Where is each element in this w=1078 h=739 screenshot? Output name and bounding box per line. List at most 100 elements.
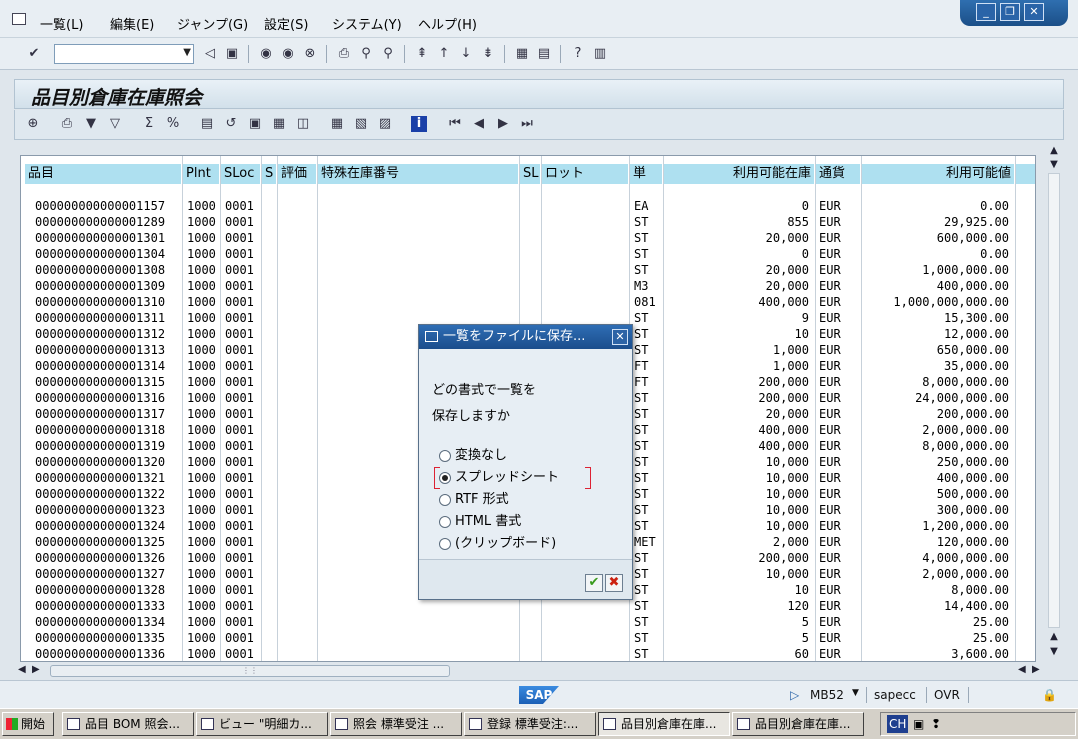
close-window-button[interactable]: ✕ [1024,3,1044,21]
scroll-right-icon[interactable]: ▶ [1032,664,1040,675]
sum-icon[interactable]: Σ [141,116,157,132]
restore-button[interactable]: ❐ [1000,3,1020,21]
menu-edit[interactable]: 編集(E) [110,14,154,33]
layout-select-icon[interactable]: ▣ [247,116,263,132]
menu-list[interactable]: 一覧(L) [40,14,83,33]
scroll-up-icon[interactable]: ▲ [1046,145,1062,156]
header-valuation[interactable]: 評価 [278,164,317,184]
first-page-icon[interactable]: ⇞ [414,46,430,62]
next-icon[interactable]: ▶ [495,116,511,132]
table-row[interactable]: 000000000000001334 1000 0001 ST 5 EUR 25.00 [21,614,1035,630]
radio-button-selected[interactable] [439,472,451,484]
exit-icon[interactable]: ◉ [280,46,296,62]
vertical-scrollbar[interactable]: ▲ ▼ ▲ ▼ [1044,143,1064,663]
minimize-button[interactable]: _ [976,3,996,21]
menu-help[interactable]: ヘルプ(H) [418,14,477,33]
header-sl[interactable]: SL [520,164,541,184]
scroll-track[interactable] [1048,173,1060,628]
dialog-title-bar[interactable]: 一覧をファイルに保存... ✕ [419,325,632,349]
grid-icon[interactable]: ▦ [329,116,345,132]
table-row[interactable]: 000000000000001304 1000 0001 ST 0 EUR 0.00 [21,246,1035,262]
header-sloc[interactable]: SLoc [221,164,261,184]
layout-save-icon[interactable]: ▦ [271,116,287,132]
prev-page-icon[interactable]: ↑ [436,46,452,62]
task-button[interactable]: 照会 標準受注 ... [330,712,462,736]
back-arrow-icon[interactable]: ◁ [202,46,218,62]
chevron-down-icon[interactable]: ▼ [183,47,191,58]
scroll-up-icon[interactable]: ▲ [1046,631,1062,642]
filter-icon[interactable]: ▼ [83,116,99,132]
enter-icon[interactable]: ✔ [26,46,42,62]
header-available-value[interactable]: 利用可能値 [862,164,1015,184]
radio-button[interactable] [439,516,451,528]
task-button[interactable]: ビュー "明細カ... [196,712,328,736]
scroll-down-icon[interactable]: ▼ [1046,646,1062,657]
task-button-active[interactable]: 品目別倉庫在庫... [598,712,730,736]
cancel-button[interactable]: ✖ [605,574,623,592]
scroll-down-icon[interactable]: ▼ [1046,159,1062,170]
status-toggle-icon[interactable]: ▷ [790,688,799,702]
delete-column-icon[interactable]: ▨ [377,116,393,132]
scroll-left-icon[interactable]: ◀ [1018,664,1026,675]
table-row[interactable]: 000000000000001335 1000 0001 ST 5 EUR 25.00 [21,630,1035,646]
menu-settings[interactable]: 設定(S) [264,14,308,33]
back-icon[interactable]: ◉ [258,46,274,62]
close-icon[interactable]: ✕ [612,329,628,345]
last-icon[interactable]: ⏭ [519,116,535,132]
radio-unconverted[interactable]: 変換なし [439,447,507,465]
first-icon[interactable]: ⏮ [447,116,463,132]
export-icon[interactable]: ▤ [199,116,215,132]
new-session-icon[interactable]: ▦ [514,46,530,62]
prev-icon[interactable]: ◀ [471,116,487,132]
scroll-left-icon[interactable]: ◀ [18,664,26,675]
ok-button[interactable]: ✔ [585,574,603,592]
horizontal-scrollbar[interactable]: ◀ ▶ ⋮⋮ ◀ ▶ [14,663,1064,679]
radio-html[interactable]: HTML 書式 [439,513,521,531]
radio-spreadsheet[interactable]: スプレッドシート [439,469,559,487]
help-icon[interactable]: ? [570,46,586,62]
ime-icon[interactable]: ▣ [913,713,924,735]
last-page-icon[interactable]: ⇟ [480,46,496,62]
task-button[interactable]: 品目 BOM 照会... [62,712,194,736]
language-indicator[interactable]: CH [887,715,909,733]
task-button[interactable]: 品目別倉庫在庫... [732,712,864,736]
table-row[interactable]: 000000000000001309 1000 0001 M3 20,000 EUR 400… [21,278,1035,294]
table-row[interactable]: 000000000000001333 1000 0001 ST 120 EUR 14,400… [21,598,1035,614]
radio-button[interactable] [439,450,451,462]
details-icon[interactable]: ⊕ [25,116,41,132]
header-s[interactable]: S [262,164,277,184]
header-available-stock[interactable]: 利用可能在庫 [664,164,815,184]
layout-change-icon[interactable]: ↺ [223,116,239,132]
cancel-icon[interactable]: ⊗ [302,46,318,62]
header-special-stock[interactable]: 特殊在庫番号 [318,164,519,184]
table-row[interactable]: 000000000000001308 1000 0001 ST 20,000 EUR 1,0… [21,262,1035,278]
abc-icon[interactable]: ◫ [295,116,311,132]
table-row[interactable]: 000000000000001310 1000 0001 081 400,000 EUR 1… [21,294,1035,310]
shortcut-icon[interactable]: ▤ [536,46,552,62]
system-menu-icon[interactable] [12,13,26,25]
insert-column-icon[interactable]: ▧ [353,116,369,132]
info-icon[interactable]: i [411,116,427,132]
subtotal-icon[interactable]: % [165,116,181,132]
table-row[interactable]: 000000000000001289 1000 0001 ST 855 EUR 29,925… [21,214,1035,230]
table-row[interactable]: 000000000000001301 1000 0001 ST 20,000 EUR 600… [21,230,1035,246]
print-icon[interactable]: ⎙ [59,116,75,132]
next-page-icon[interactable]: ↓ [458,46,474,62]
task-button[interactable]: 登録 標準受注:... [464,712,596,736]
menu-goto[interactable]: ジャンプ(G) [177,14,248,33]
table-row[interactable]: 000000000000001157 1000 0001 EA 0 EUR 0.00 [21,198,1035,214]
save-icon[interactable]: ▣ [224,46,240,62]
layout-icon[interactable]: ▥ [592,46,608,62]
radio-clipboard[interactable]: (クリップボード) [439,535,556,553]
find-icon[interactable]: ⚲ [358,46,374,62]
find-next-icon[interactable]: ⚲ [380,46,396,62]
header-unit[interactable]: 単 [630,164,663,184]
command-field[interactable]: ▼ [54,44,194,64]
header-plant[interactable]: Plnt [183,164,220,184]
input-mode-icon[interactable]: ❢ [931,713,941,735]
header-material[interactable]: 品目 [25,164,182,184]
scroll-thumb[interactable]: ⋮⋮ [50,665,450,677]
header-currency[interactable]: 通貨 [816,164,861,184]
filter-off-icon[interactable]: ▽ [107,116,123,132]
scroll-right-icon[interactable]: ▶ [32,664,40,675]
